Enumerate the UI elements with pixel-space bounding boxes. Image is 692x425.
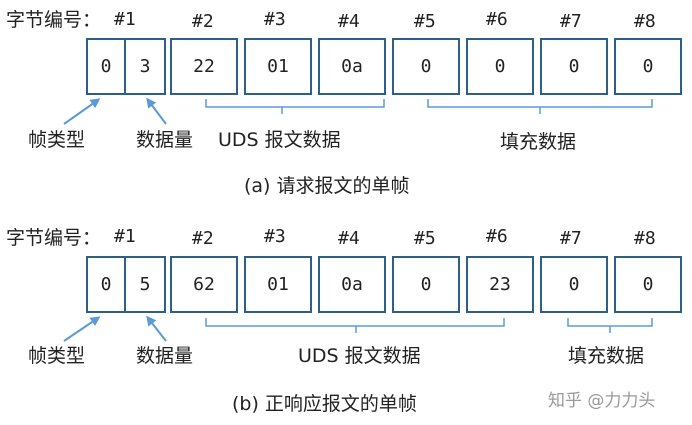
bracket-uds-b (205, 318, 505, 333)
bracket-fill-a (427, 99, 653, 114)
connector-overlay (63, 97, 653, 342)
bracket-fill-b (567, 318, 653, 333)
bracket-uds-a (205, 99, 385, 114)
arrow-frame-type-a (63, 98, 101, 125)
arrow-data-length-a (146, 97, 167, 125)
arrow-data-length-b (146, 315, 167, 342)
arrow-frame-type-b (63, 316, 101, 342)
